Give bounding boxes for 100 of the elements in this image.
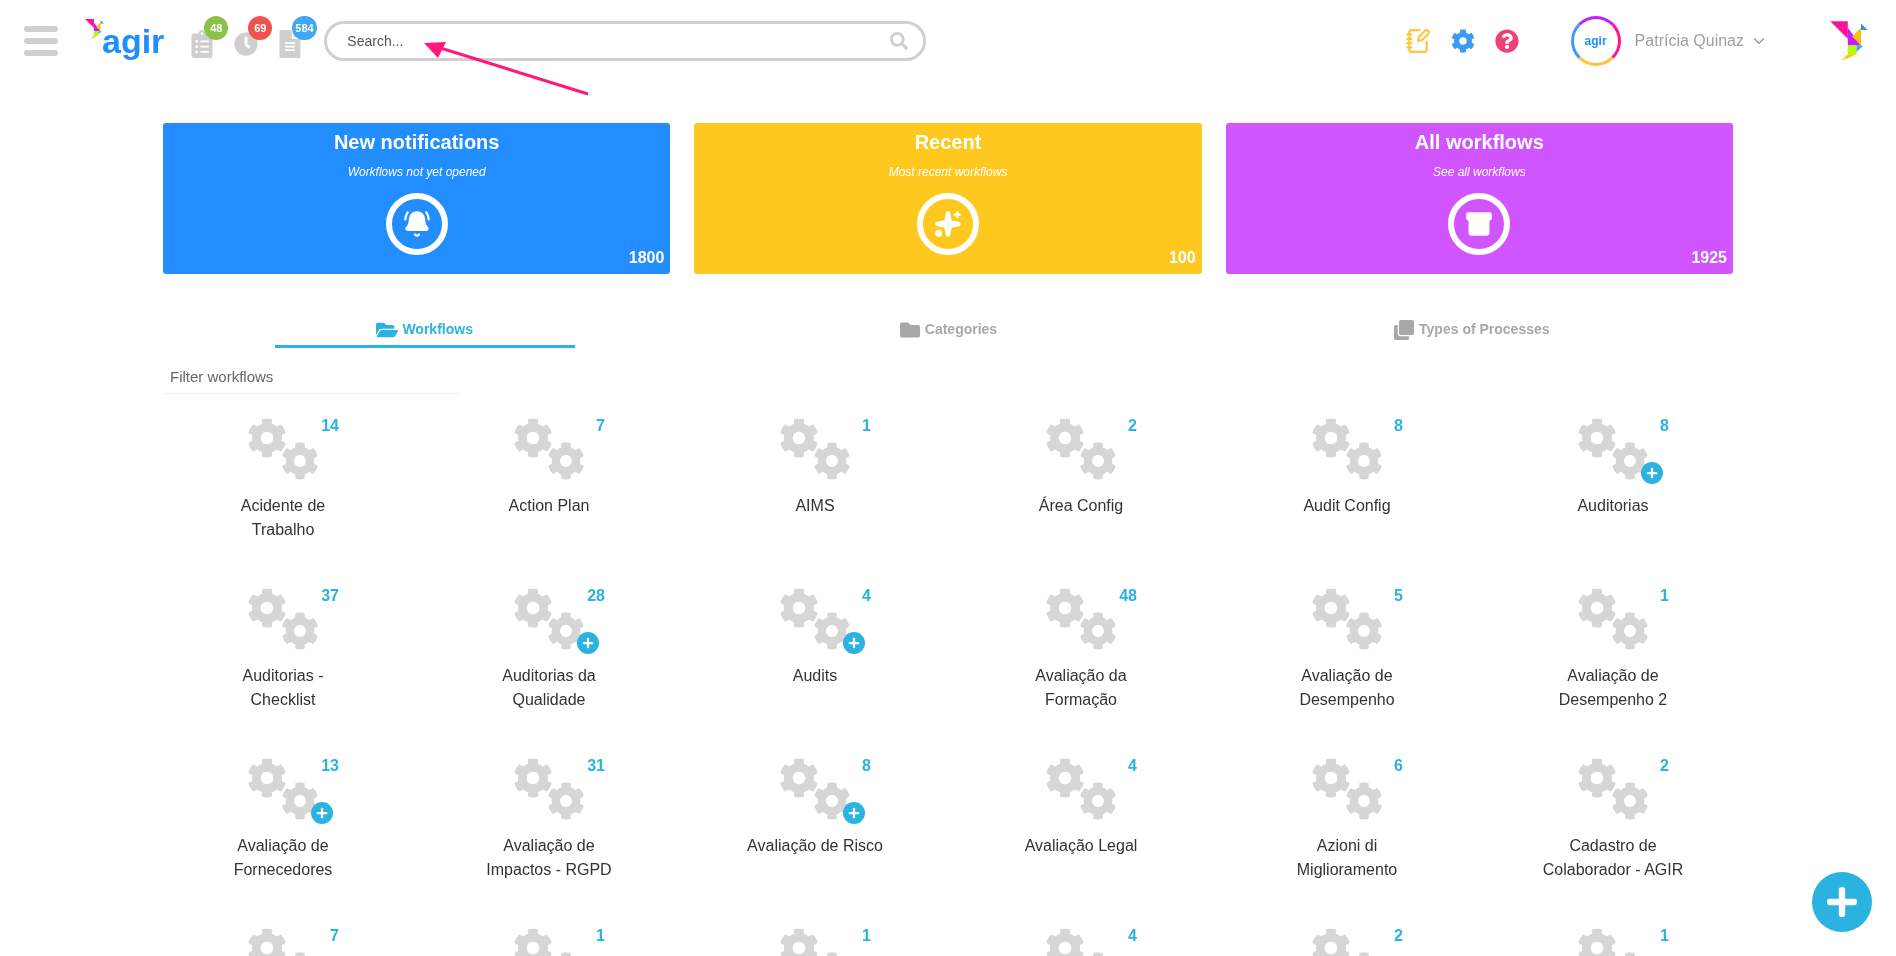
workflow-count: 8 bbox=[1394, 416, 1403, 436]
gears-icon bbox=[1045, 758, 1117, 820]
gears-icon bbox=[1577, 758, 1649, 820]
workflow-tile[interactable]: 1 AIMS bbox=[682, 418, 948, 554]
workflow-count: 4 bbox=[1128, 926, 1137, 946]
gears-icon bbox=[513, 588, 585, 650]
workflow-name: Área Config bbox=[1037, 495, 1125, 516]
workflow-count: 1 bbox=[1660, 926, 1669, 946]
workflow-tile[interactable]: 28 Auditorias da Qualidade bbox=[416, 588, 682, 724]
workflow-tile[interactable]: 14 Acidente de Trabalho bbox=[150, 418, 416, 554]
add-icon[interactable] bbox=[577, 632, 599, 654]
card-count: 1800 bbox=[628, 248, 665, 268]
plus-icon bbox=[1825, 885, 1859, 919]
gears-icon bbox=[513, 758, 585, 820]
gears-icon bbox=[1577, 418, 1649, 480]
clock-icon[interactable] bbox=[234, 30, 259, 58]
count-badge: 48 bbox=[204, 16, 229, 40]
workflow-name: Avaliação de Fornecedores bbox=[232, 836, 334, 880]
card-count: 100 bbox=[1168, 248, 1196, 268]
workflow-count: 14 bbox=[321, 416, 339, 436]
count-badge: 69 bbox=[248, 16, 273, 40]
workflow-tile[interactable]: 13 Avaliação de Fornecedores bbox=[150, 758, 416, 894]
search-field[interactable]: Search... bbox=[324, 21, 927, 61]
gears-icon bbox=[247, 418, 319, 480]
avatar-logo: agir bbox=[1584, 33, 1607, 50]
workflow-name: Audits bbox=[791, 666, 839, 686]
gears-icon bbox=[1577, 588, 1649, 650]
workflow-count: 7 bbox=[330, 926, 339, 946]
workflow-count: 31 bbox=[587, 756, 605, 776]
help-icon[interactable] bbox=[1494, 29, 1519, 53]
workflow-count: 13 bbox=[321, 756, 339, 776]
workflow-name: Cadastro de Colaborador - AGIR bbox=[1541, 836, 1685, 880]
gears-icon bbox=[1311, 418, 1383, 480]
gears-icon bbox=[247, 758, 319, 820]
workflow-tile[interactable]: 8 Auditorias bbox=[1480, 418, 1746, 554]
workflow-name: Avaliação Legal bbox=[1023, 836, 1139, 856]
gears-icon bbox=[1311, 588, 1383, 650]
menu-icon[interactable] bbox=[24, 26, 58, 56]
search-icon[interactable] bbox=[890, 32, 909, 50]
card-title: Recent bbox=[914, 130, 982, 155]
workflow-count: 4 bbox=[1128, 756, 1137, 776]
workflow-name: Acidente de Trabalho bbox=[239, 496, 327, 540]
workflow-tile[interactable]: 1 Avaliação de Desempenho 2 bbox=[1480, 588, 1746, 724]
workflow-name: Auditorias - Checklist bbox=[241, 666, 325, 710]
workflow-count: 1 bbox=[862, 926, 871, 946]
gears-icon bbox=[779, 418, 851, 480]
workflow-count: 6 bbox=[1394, 756, 1403, 776]
workflow-tile[interactable]: 8 Audit Config bbox=[1214, 418, 1480, 554]
workflow-count: 8 bbox=[862, 756, 871, 776]
count-badge: 584 bbox=[292, 16, 317, 40]
sparkles-icon bbox=[934, 210, 962, 238]
gears-icon bbox=[1045, 588, 1117, 650]
workflow-tile[interactable]: 4 Avaliação Legal bbox=[948, 758, 1214, 894]
workflow-name: Avaliação de Desempenho bbox=[1298, 666, 1396, 710]
workflow-count: 2 bbox=[1660, 756, 1669, 776]
add-icon[interactable] bbox=[843, 632, 865, 654]
bell-icon bbox=[402, 210, 431, 238]
workflow-tile[interactable]: 31 Avaliação de Impactos - RGPD bbox=[416, 758, 682, 894]
gears-icon bbox=[513, 418, 585, 480]
workflow-count: 28 bbox=[587, 586, 605, 606]
add-button[interactable] bbox=[1812, 872, 1872, 932]
workflow-count: 4 bbox=[862, 586, 871, 606]
notepad-icon[interactable] bbox=[1404, 28, 1431, 54]
settings-icon[interactable] bbox=[1450, 29, 1475, 53]
workflow-name: Action Plan bbox=[507, 496, 591, 516]
workflow-tile[interactable]: 5 Avaliação de Desempenho bbox=[1214, 588, 1480, 724]
filter-field[interactable]: Filter workflows bbox=[163, 360, 460, 394]
clipboard-icon[interactable] bbox=[190, 30, 215, 58]
workflow-name: Avaliação da Formação bbox=[1034, 666, 1128, 710]
workflow-tile[interactable]: 8 Avaliação de Risco bbox=[682, 758, 948, 894]
workflow-count: 5 bbox=[1394, 586, 1403, 606]
archive-icon bbox=[1465, 210, 1494, 238]
gears-icon bbox=[247, 588, 319, 650]
workflow-tile[interactable]: 37 Auditorias - Checklist bbox=[150, 588, 416, 724]
card-subtitle: Workflows not yet opened bbox=[347, 164, 486, 181]
workflow-count: 8 bbox=[1660, 416, 1669, 436]
workflow-count: 7 bbox=[596, 416, 605, 436]
workflow-name: Avaliação de Risco bbox=[746, 836, 884, 856]
workflow-name: Avaliação de Impactos - RGPD bbox=[485, 836, 613, 880]
stack-icon bbox=[1393, 319, 1416, 340]
workflow-name: AIMS bbox=[794, 496, 836, 516]
workflow-tile[interactable]: 6 Azioni di Miglioramento bbox=[1214, 758, 1480, 894]
gears-icon bbox=[779, 588, 851, 650]
document-icon[interactable] bbox=[278, 30, 303, 58]
workflow-tile[interactable]: 7 Action Plan bbox=[416, 418, 682, 554]
add-icon[interactable] bbox=[1641, 462, 1663, 484]
workflow-tile[interactable]: 2 Área Config bbox=[948, 418, 1214, 554]
workflow-count: 37 bbox=[321, 586, 339, 606]
workflow-count: 48 bbox=[1119, 586, 1137, 606]
card-subtitle: Most recent workflows bbox=[888, 164, 1008, 181]
workflow-count: 1 bbox=[1660, 586, 1669, 606]
gears-icon bbox=[1045, 418, 1117, 480]
workflow-count: 2 bbox=[1394, 926, 1403, 946]
workflow-tile[interactable]: 48 Avaliação da Formação bbox=[948, 588, 1214, 724]
add-icon[interactable] bbox=[843, 802, 865, 824]
workflow-name: Audit Config bbox=[1302, 496, 1392, 516]
workflow-tile[interactable]: 4 Audits bbox=[682, 588, 948, 724]
add-icon[interactable] bbox=[311, 802, 333, 824]
workflow-tile[interactable]: 2 Cadastro de Colaborador - AGIR bbox=[1480, 758, 1746, 894]
card-title: New notifications bbox=[333, 130, 500, 155]
